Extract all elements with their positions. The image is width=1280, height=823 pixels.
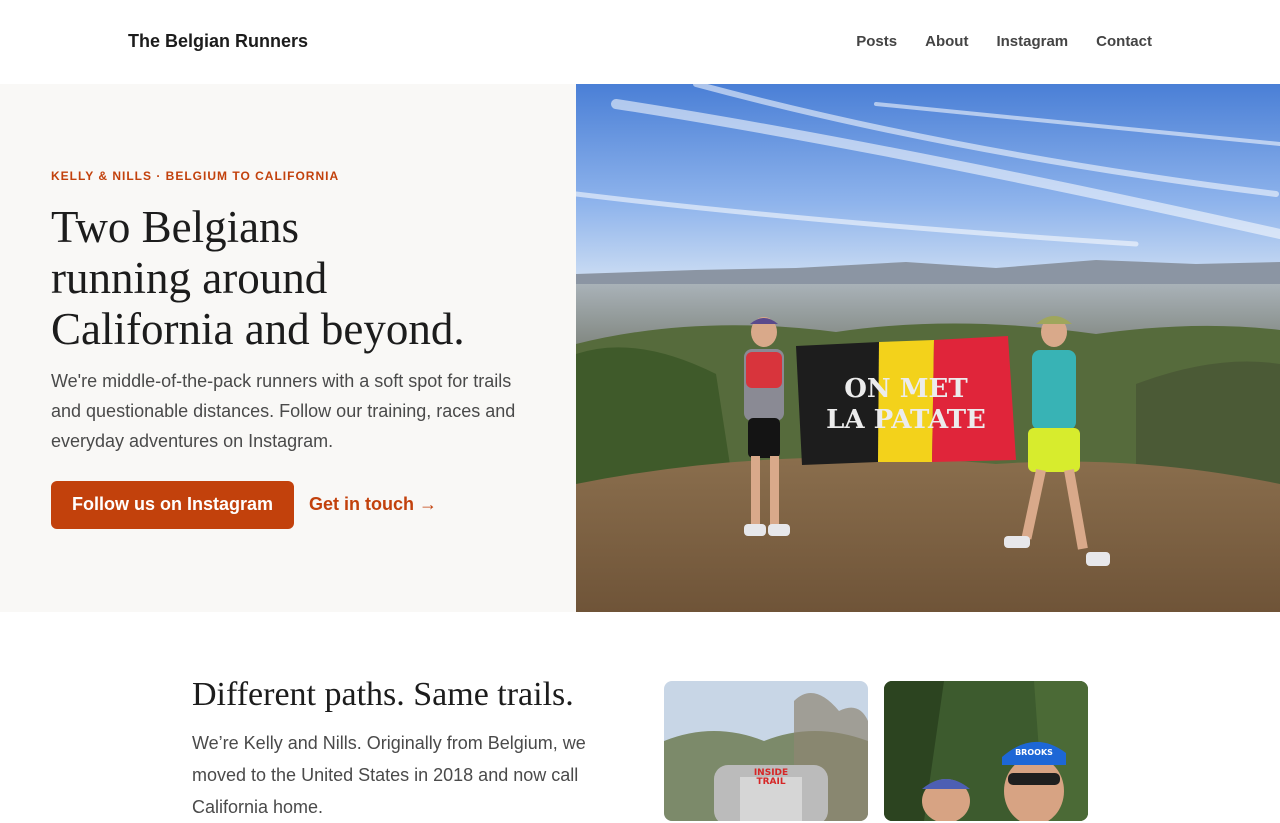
nav-about[interactable]: About	[925, 33, 968, 50]
site-brand[interactable]: The Belgian Runners	[128, 31, 308, 52]
nav-contact[interactable]: Contact	[1096, 33, 1152, 50]
hero-section: KELLY & NILLS · BELGIUM TO CALIFORNIA Tw…	[0, 84, 1280, 612]
dirt-ground	[576, 457, 1280, 612]
about-title: Different paths. Same trails.	[192, 676, 574, 713]
nav-posts[interactable]: Posts	[856, 33, 897, 50]
hero-photo-illustration: ON MET LA PATATE	[576, 84, 1280, 612]
hero-title: Two Belgians running around California a…	[51, 202, 531, 355]
hero-title-line: California and beyond.	[51, 304, 465, 354]
follow-instagram-button[interactable]: Follow us on Instagram	[51, 481, 295, 529]
get-in-touch-link[interactable]: Get in touch →	[309, 494, 437, 515]
hero-intro: KELLY & NILLS · BELGIUM TO CALIFORNIA Tw…	[0, 84, 576, 612]
nav-instagram[interactable]: Instagram	[996, 33, 1068, 50]
flag-text-line: ON MET	[844, 374, 968, 404]
selfie-illustration: BROOKS	[884, 681, 1088, 821]
main-nav: Posts About Instagram Contact	[856, 33, 1152, 50]
site-header: The Belgian Runners Posts About Instagra…	[0, 0, 1280, 84]
flag-text-line: LA PATATE	[826, 405, 986, 435]
hero-description: We're middle-of-the-pack runners with a …	[51, 371, 516, 451]
belgian-flag: ON MET LA PATATE	[796, 336, 1016, 465]
hero-eyebrow: KELLY & NILLS · BELGIUM TO CALIFORNIA	[51, 169, 340, 183]
selfie-photo: BROOKS	[884, 681, 1088, 821]
cap-text: BROOKS	[1015, 748, 1053, 757]
hero-photo: ON MET LA PATATE	[576, 84, 1280, 612]
race-finish-photo: INSIDE TRAIL	[664, 681, 868, 821]
hero-title-line: running around	[51, 253, 328, 303]
race-finish-illustration: INSIDE TRAIL	[664, 681, 868, 821]
hero-title-line: Two Belgians	[51, 202, 300, 252]
finish-banner-text: TRAIL	[756, 777, 785, 787]
about-text: We’re Kelly and Nills. Originally from B…	[192, 733, 586, 817]
